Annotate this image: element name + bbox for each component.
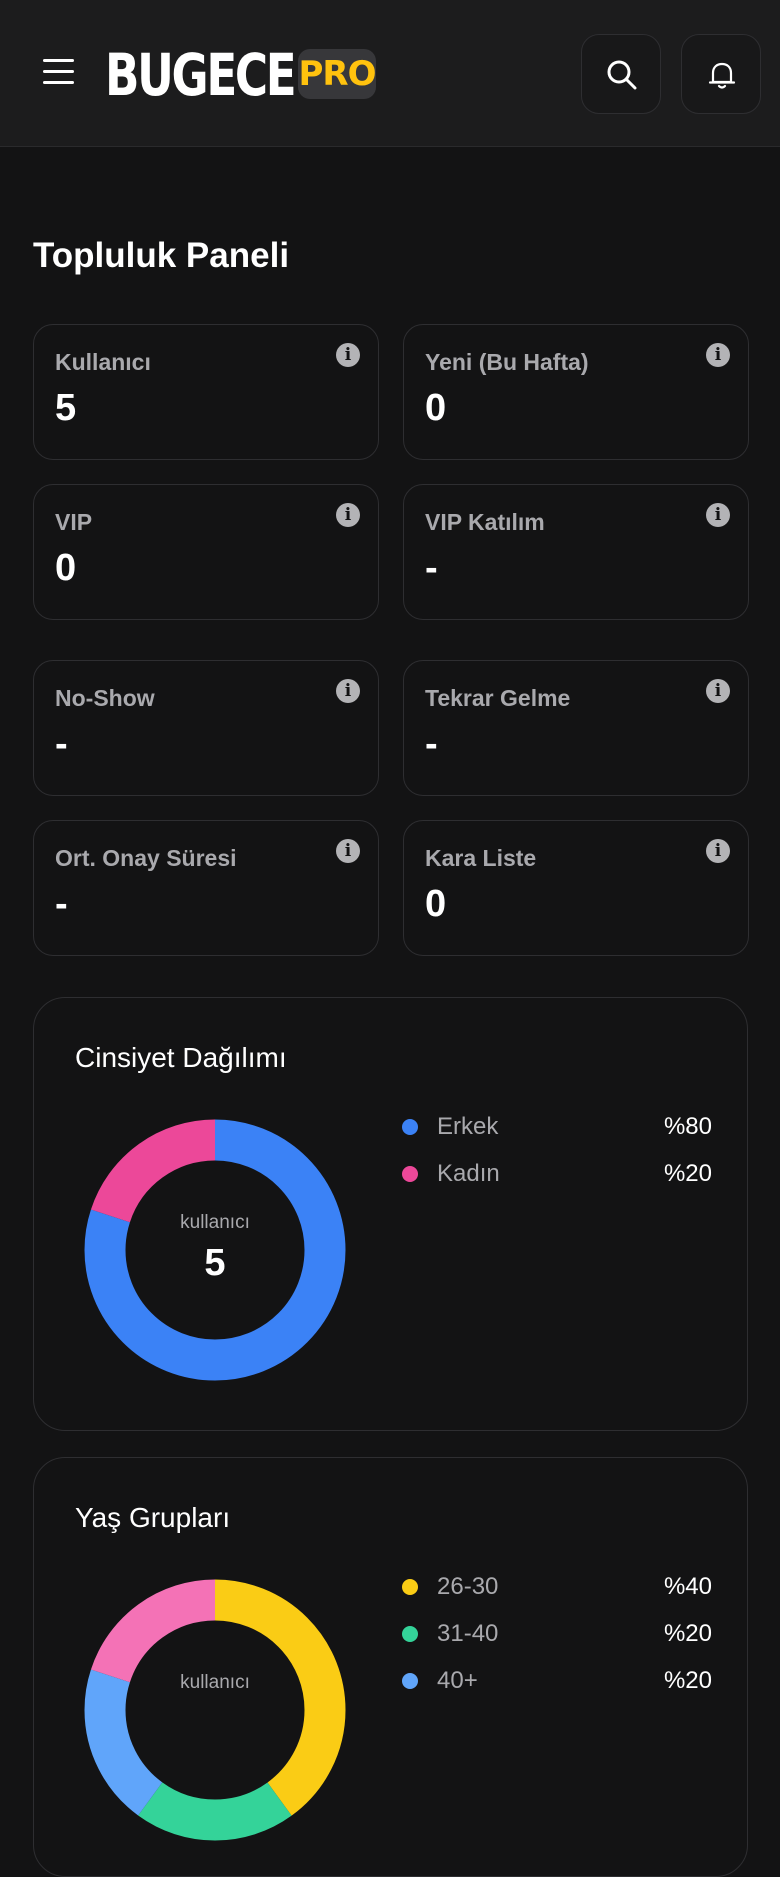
legend-name: Kadın [437,1160,500,1187]
legend-name: Erkek [437,1113,499,1140]
info-icon[interactable]: i [706,503,730,527]
stat-value: - [55,883,68,925]
app-logo: BUGECE [105,41,297,109]
stat-label: VIP Katılım [425,509,545,535]
bell-icon [708,62,736,89]
stat-value: - [425,547,438,589]
legend-item: 26-30 %40 [402,1568,712,1608]
stat-label: VIP [55,509,93,535]
legend-percent: %20 [663,1620,712,1647]
stat-label: Kara Liste [425,845,537,871]
legend-item: Kadın %20 [402,1155,712,1195]
legend-item: 40+ %20 [402,1662,712,1702]
legend-percent: %20 [663,1667,712,1694]
stat-card-no-show: No-Show - i [33,660,379,796]
stat-value: 0 [425,883,447,925]
stat-card-users: Kullanıcı 5 i [33,324,379,460]
info-icon[interactable]: i [336,503,360,527]
stat-card-vip: VIP 0 i [33,484,379,620]
donut-center-value: 5 [204,1242,226,1284]
info-icon[interactable]: i [336,839,360,863]
age-donut-chart [84,1579,346,1841]
legend-percent: %40 [663,1573,712,1600]
legend-percent: %80 [663,1113,712,1140]
info-icon[interactable]: i [706,839,730,863]
stat-value: - [425,723,438,765]
stat-value: 5 [55,387,77,429]
stat-label: Yeni (Bu Hafta) [425,349,589,375]
stat-label: Tekrar Gelme [425,685,571,711]
stat-value: 0 [55,547,77,589]
legend-name: 40+ [437,1667,478,1694]
notifications-button[interactable] [681,34,761,114]
panel-title: Yaş Grupları [75,1502,231,1533]
info-icon[interactable]: i [336,343,360,367]
legend-dot [402,1626,418,1642]
stat-card-new-this-week: Yeni (Bu Hafta) 0 i [403,324,749,460]
legend-item: 31-40 %20 [402,1615,712,1655]
stat-value: - [55,723,68,765]
donut-center-label: kullanıcı [180,1672,250,1693]
legend-dot [402,1673,418,1689]
stat-card-return-rate: Tekrar Gelme - i [403,660,749,796]
age-groups-panel: Yaş Grupları kullanıcı 26-30 %40 31-40 %… [33,1457,748,1877]
stat-card-avg-approval-time: Ort. Onay Süresi - i [33,820,379,956]
stat-label: Kullanıcı [55,349,151,375]
stat-card-blacklist: Kara Liste 0 i [403,820,749,956]
gender-distribution-panel: Cinsiyet Dağılımı kullanıcı 5 Erkek %80 … [33,997,748,1431]
legend-dot [402,1119,418,1135]
stat-card-vip-attendance: VIP Katılım - i [403,484,749,620]
legend-item: Erkek %80 [402,1108,712,1148]
stat-label: Ort. Onay Süresi [55,845,237,871]
panel-title: Cinsiyet Dağılımı [75,1042,287,1073]
stat-value: 0 [425,387,447,429]
stat-label: No-Show [55,685,155,711]
legend-percent: %20 [663,1160,712,1187]
info-icon[interactable]: i [706,679,730,703]
donut-center-label: kullanıcı [180,1212,250,1233]
legend-name: 26-30 [437,1573,499,1600]
legend-name: 31-40 [437,1620,499,1647]
legend-dot [402,1166,418,1182]
hamburger-menu-icon[interactable] [40,54,76,90]
legend-dot [402,1579,418,1595]
search-button[interactable] [581,34,661,114]
pro-badge: PRO [298,49,377,99]
info-icon[interactable]: i [706,343,730,367]
info-icon[interactable]: i [336,679,360,703]
page-title: Topluluk Paneli [33,236,290,275]
top-bar: BUGECE PRO [0,0,780,147]
search-icon [607,60,637,90]
